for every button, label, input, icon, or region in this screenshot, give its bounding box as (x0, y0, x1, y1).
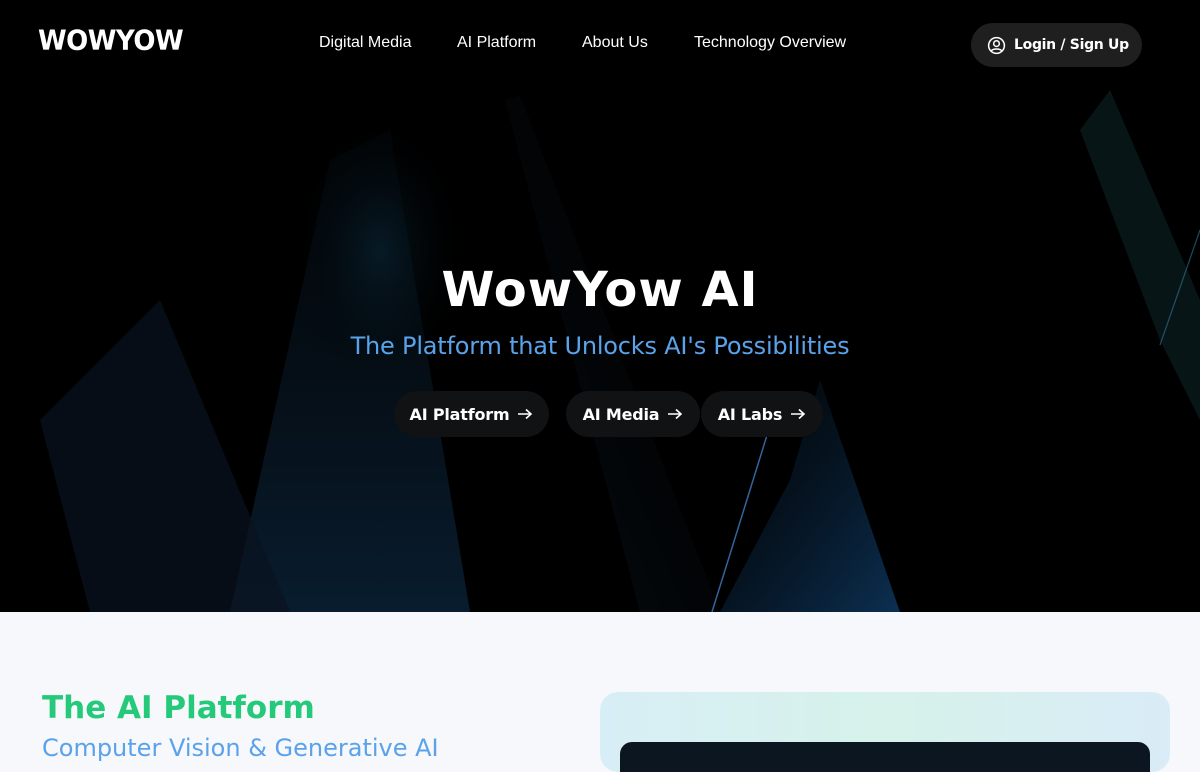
ai-labs-button-label: AI Labs (717, 404, 783, 424)
ai-media-button[interactable]: AI Media (566, 391, 700, 437)
ai-media-button-label: AI Media (582, 404, 660, 424)
login-signup-label: Login / Sign Up (1014, 37, 1129, 53)
ai-platform-button-label: AI Platform (409, 404, 510, 424)
user-circle-icon (987, 36, 1006, 54)
ai-platform-button[interactable]: AI Platform (394, 391, 549, 437)
nav-link-technology-overview[interactable]: Technology Overview (694, 34, 846, 52)
nav-link-digital-media[interactable]: Digital Media (319, 34, 411, 52)
platform-preview-card (600, 692, 1170, 772)
platform-preview-screen (620, 742, 1150, 772)
arrow-right-icon (791, 408, 806, 420)
wowyow-logo[interactable]: WOWYOW (38, 25, 184, 57)
hero-title: WowYow AI (441, 262, 759, 318)
hero-section: WOWYOW Digital Media AI Platform About U… (0, 0, 1200, 612)
arrow-right-icon (668, 408, 683, 420)
nav-link-about-us[interactable]: About Us (582, 34, 648, 52)
login-signup-button[interactable]: Login / Sign Up (971, 23, 1142, 67)
arrow-right-icon (518, 408, 533, 420)
section-title: The AI Platform (42, 690, 315, 726)
section-subtitle: Computer Vision & Generative AI (42, 734, 439, 762)
top-navigation: WOWYOW Digital Media AI Platform About U… (0, 0, 1200, 88)
nav-link-ai-platform[interactable]: AI Platform (457, 34, 536, 52)
ai-labs-button[interactable]: AI Labs (701, 391, 823, 437)
hero-subtitle: The Platform that Unlocks AI's Possibili… (350, 332, 850, 360)
